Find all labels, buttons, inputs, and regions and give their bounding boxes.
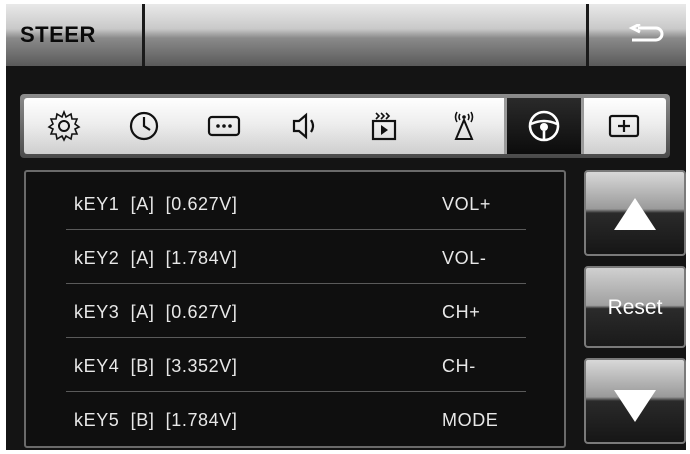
list-item[interactable]: kEY4 [B] [3.352V] CH- bbox=[66, 338, 526, 392]
header-divider bbox=[142, 4, 145, 66]
key-label: kEY4 [B] [3.352V] bbox=[74, 356, 238, 376]
key-function: CH+ bbox=[442, 302, 481, 322]
dots-icon bbox=[207, 115, 241, 137]
key-function: CH- bbox=[442, 356, 476, 376]
tab-strip bbox=[24, 98, 666, 154]
video-icon bbox=[371, 112, 397, 141]
header-divider bbox=[586, 4, 589, 66]
steering-wheel-icon bbox=[528, 110, 560, 142]
down-triangle-icon bbox=[614, 390, 656, 422]
tab-extra[interactable] bbox=[584, 98, 664, 154]
tab-radio[interactable] bbox=[424, 98, 504, 154]
list-item[interactable]: kEY3 [A] [0.627V] CH+ bbox=[66, 284, 526, 338]
key-function: VOL- bbox=[442, 248, 487, 268]
back-arrow-icon bbox=[628, 24, 664, 42]
key-label: kEY3 [A] [0.627V] bbox=[74, 302, 238, 322]
key-label: kEY1 [A] [0.627V] bbox=[74, 194, 238, 214]
header-bar: STEER bbox=[6, 4, 686, 66]
tab-audio[interactable] bbox=[264, 98, 344, 154]
tab-video[interactable] bbox=[344, 98, 424, 154]
tab-steering[interactable] bbox=[504, 98, 584, 154]
reset-label: Reset bbox=[607, 296, 663, 319]
tab-time[interactable] bbox=[104, 98, 184, 154]
speaker-icon bbox=[292, 112, 315, 140]
gear-icon bbox=[47, 109, 81, 142]
reset-button[interactable]: Reset bbox=[584, 266, 686, 348]
up-triangle-icon bbox=[614, 198, 656, 230]
scroll-down-button[interactable] bbox=[584, 358, 686, 444]
tab-display[interactable] bbox=[184, 98, 264, 154]
key-label: kEY2 [A] [1.784V] bbox=[74, 248, 238, 268]
clock-icon bbox=[129, 111, 159, 141]
list-item[interactable]: kEY5 [B] [1.784V] MODE bbox=[66, 392, 526, 446]
key-label: kEY5 [B] [1.784V] bbox=[74, 410, 238, 430]
key-list: kEY1 [A] [0.627V] VOL+ kEY2 [A] [1.784V]… bbox=[24, 170, 566, 448]
plus-icon bbox=[608, 114, 640, 138]
list-item[interactable]: kEY1 [A] [0.627V] VOL+ bbox=[66, 176, 526, 230]
page-title: STEER bbox=[20, 22, 96, 47]
back-button[interactable] bbox=[590, 4, 686, 66]
tab-general[interactable] bbox=[24, 98, 104, 154]
key-function: MODE bbox=[442, 410, 499, 430]
steer-screen: STEER kEY1 [A] [0.627V] VOL+ kEY2 [A] [1… bbox=[6, 4, 686, 450]
antenna-icon bbox=[454, 111, 474, 140]
key-function: VOL+ bbox=[442, 194, 491, 214]
list-item[interactable]: kEY2 [A] [1.784V] VOL- bbox=[66, 230, 526, 284]
settings-tab-bar bbox=[20, 94, 670, 158]
scroll-up-button[interactable] bbox=[584, 170, 686, 256]
